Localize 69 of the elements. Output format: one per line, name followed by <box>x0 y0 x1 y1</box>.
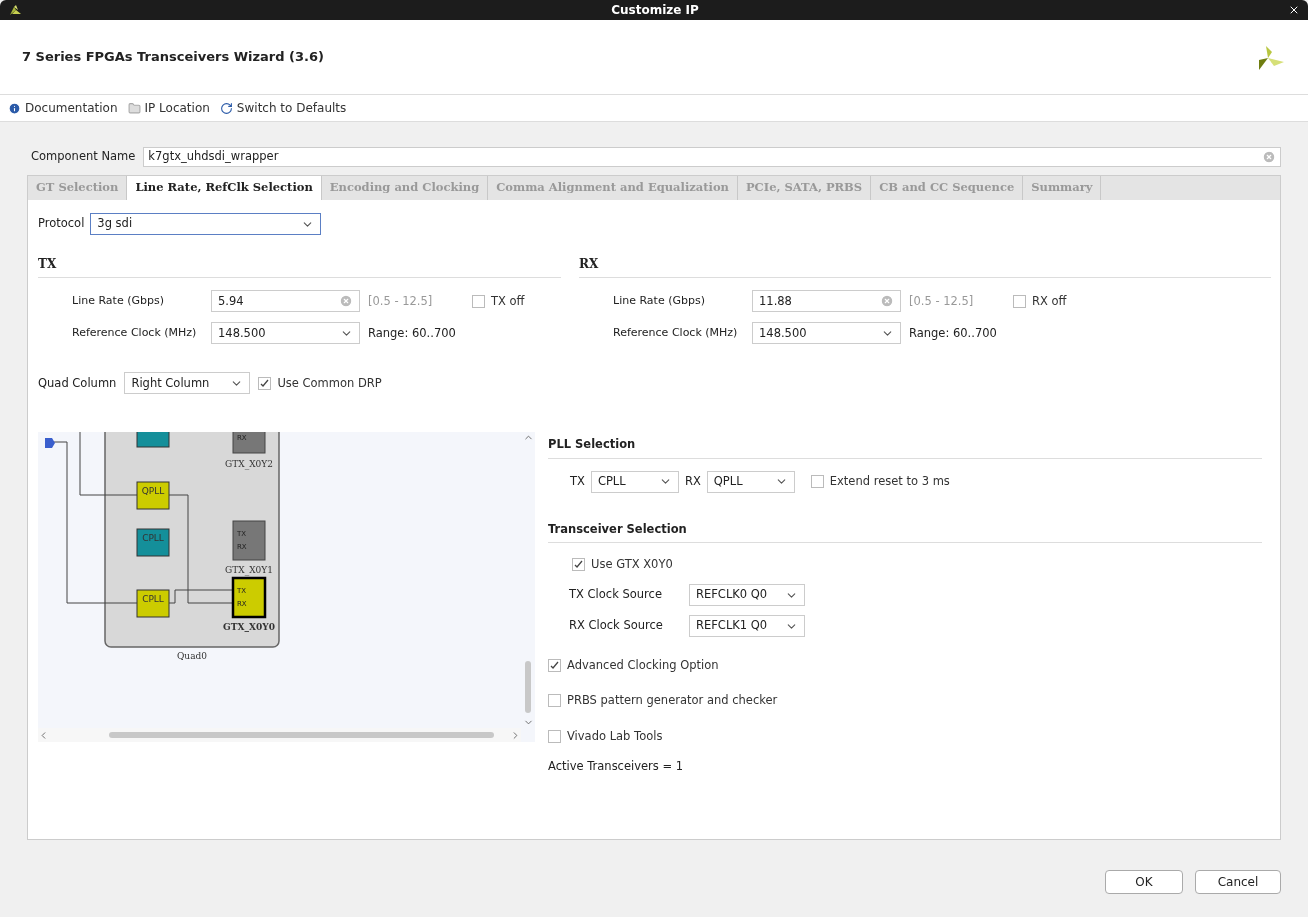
field-label: Reference Clock (MHz) <box>72 325 198 341</box>
dialog-button[interactable]: Cancel <box>1195 870 1281 894</box>
text-field[interactable]: 5.94 <box>211 290 360 313</box>
pll-block <box>136 432 170 448</box>
field-label: Protocol <box>38 215 85 233</box>
text-field[interactable]: 11.88 <box>752 290 901 313</box>
pll-block: QPLL <box>136 481 170 510</box>
wizard-title: 7 Series FPGAs Transceivers Wizard (3.6) <box>22 48 324 67</box>
pll-block: CPLL <box>136 589 170 618</box>
dropdown[interactable]: REFCLK0 Q0 <box>689 584 805 606</box>
dropdown[interactable]: REFCLK1 Q0 <box>689 615 805 637</box>
section-title: RX <box>579 257 599 271</box>
checkbox-label: PRBS pattern generator and checker <box>567 692 778 710</box>
horizontal-scrollbar[interactable] <box>38 728 521 743</box>
checkbox[interactable] <box>548 694 561 708</box>
field-label: RX <box>684 472 701 490</box>
checkbox-label: TX off <box>491 292 525 310</box>
folder-icon <box>127 101 141 115</box>
clear-icon <box>1262 150 1276 164</box>
close-icon[interactable] <box>1288 4 1300 16</box>
field-label: Line Rate (Gbps) <box>72 293 165 309</box>
checkbox[interactable] <box>472 294 485 308</box>
field-label: Quad Column <box>38 374 117 392</box>
toolbar-link[interactable]: IP Location <box>127 99 210 117</box>
range-hint: Range: 60..700 <box>368 324 456 342</box>
checkbox-label: Extend reset to 3 ms <box>829 472 950 490</box>
port-icon <box>45 438 55 449</box>
checkbox[interactable] <box>258 376 272 390</box>
toolbar-link[interactable]: Switch to Defaults <box>219 99 347 117</box>
dropdown[interactable]: Right Column <box>124 372 251 395</box>
toolbar-link[interactable]: Documentation <box>8 99 118 117</box>
section-title: TX <box>38 257 57 271</box>
logo-icon <box>8 4 22 16</box>
field-label: TX Clock Source <box>569 586 663 604</box>
dropdown[interactable]: 148.500 <box>211 322 360 345</box>
refresh-icon <box>219 101 233 115</box>
section-title: Transceiver Selection <box>548 521 687 536</box>
dropdown[interactable]: 148.500 <box>752 322 901 345</box>
info-icon <box>8 101 21 115</box>
checkbox-label: Advanced Clocking Option <box>567 657 719 674</box>
section-title: PLL Selection <box>548 437 636 452</box>
dropdown[interactable]: QPLL <box>706 470 795 493</box>
dropdown[interactable]: CPLL <box>590 470 679 493</box>
tab[interactable]: Line Rate, RefClk Selection <box>127 176 322 200</box>
clear-icon <box>339 294 353 309</box>
checkbox[interactable] <box>810 475 824 488</box>
checkbox[interactable] <box>548 659 561 673</box>
pll-block: CPLL <box>136 528 170 557</box>
range-hint: Range: 60..700 <box>909 324 997 342</box>
range-hint: [0.5 - 12.5] <box>909 292 975 310</box>
checkbox[interactable] <box>1013 294 1026 308</box>
dialog-button[interactable]: OK <box>1105 870 1183 894</box>
checkbox[interactable] <box>548 729 561 743</box>
field-label: Line Rate (Gbps) <box>613 293 706 309</box>
status-text: Active Transceivers = 1 <box>548 757 685 775</box>
checkbox[interactable] <box>572 557 585 571</box>
field-label: Component Name <box>30 148 136 166</box>
clear-icon <box>880 294 894 309</box>
checkbox-label: RX off <box>1032 292 1067 310</box>
field-label: Reference Clock (MHz) <box>613 325 739 341</box>
window-title: Customize IP <box>610 2 700 19</box>
checkbox-label: Use GTX X0Y0 <box>591 555 673 573</box>
checkbox-label: Vivado Lab Tools <box>567 727 663 745</box>
field-label: TX <box>570 472 585 490</box>
field-label: RX Clock Source <box>569 617 664 635</box>
range-hint: [0.5 - 12.5] <box>368 292 434 310</box>
checkbox-label: Use Common DRP <box>277 374 382 392</box>
protocol-dropdown[interactable]: 3g sdi <box>90 213 322 235</box>
component-name-field[interactable]: k7gtx_uhdsdi_wrapper <box>143 147 1281 167</box>
